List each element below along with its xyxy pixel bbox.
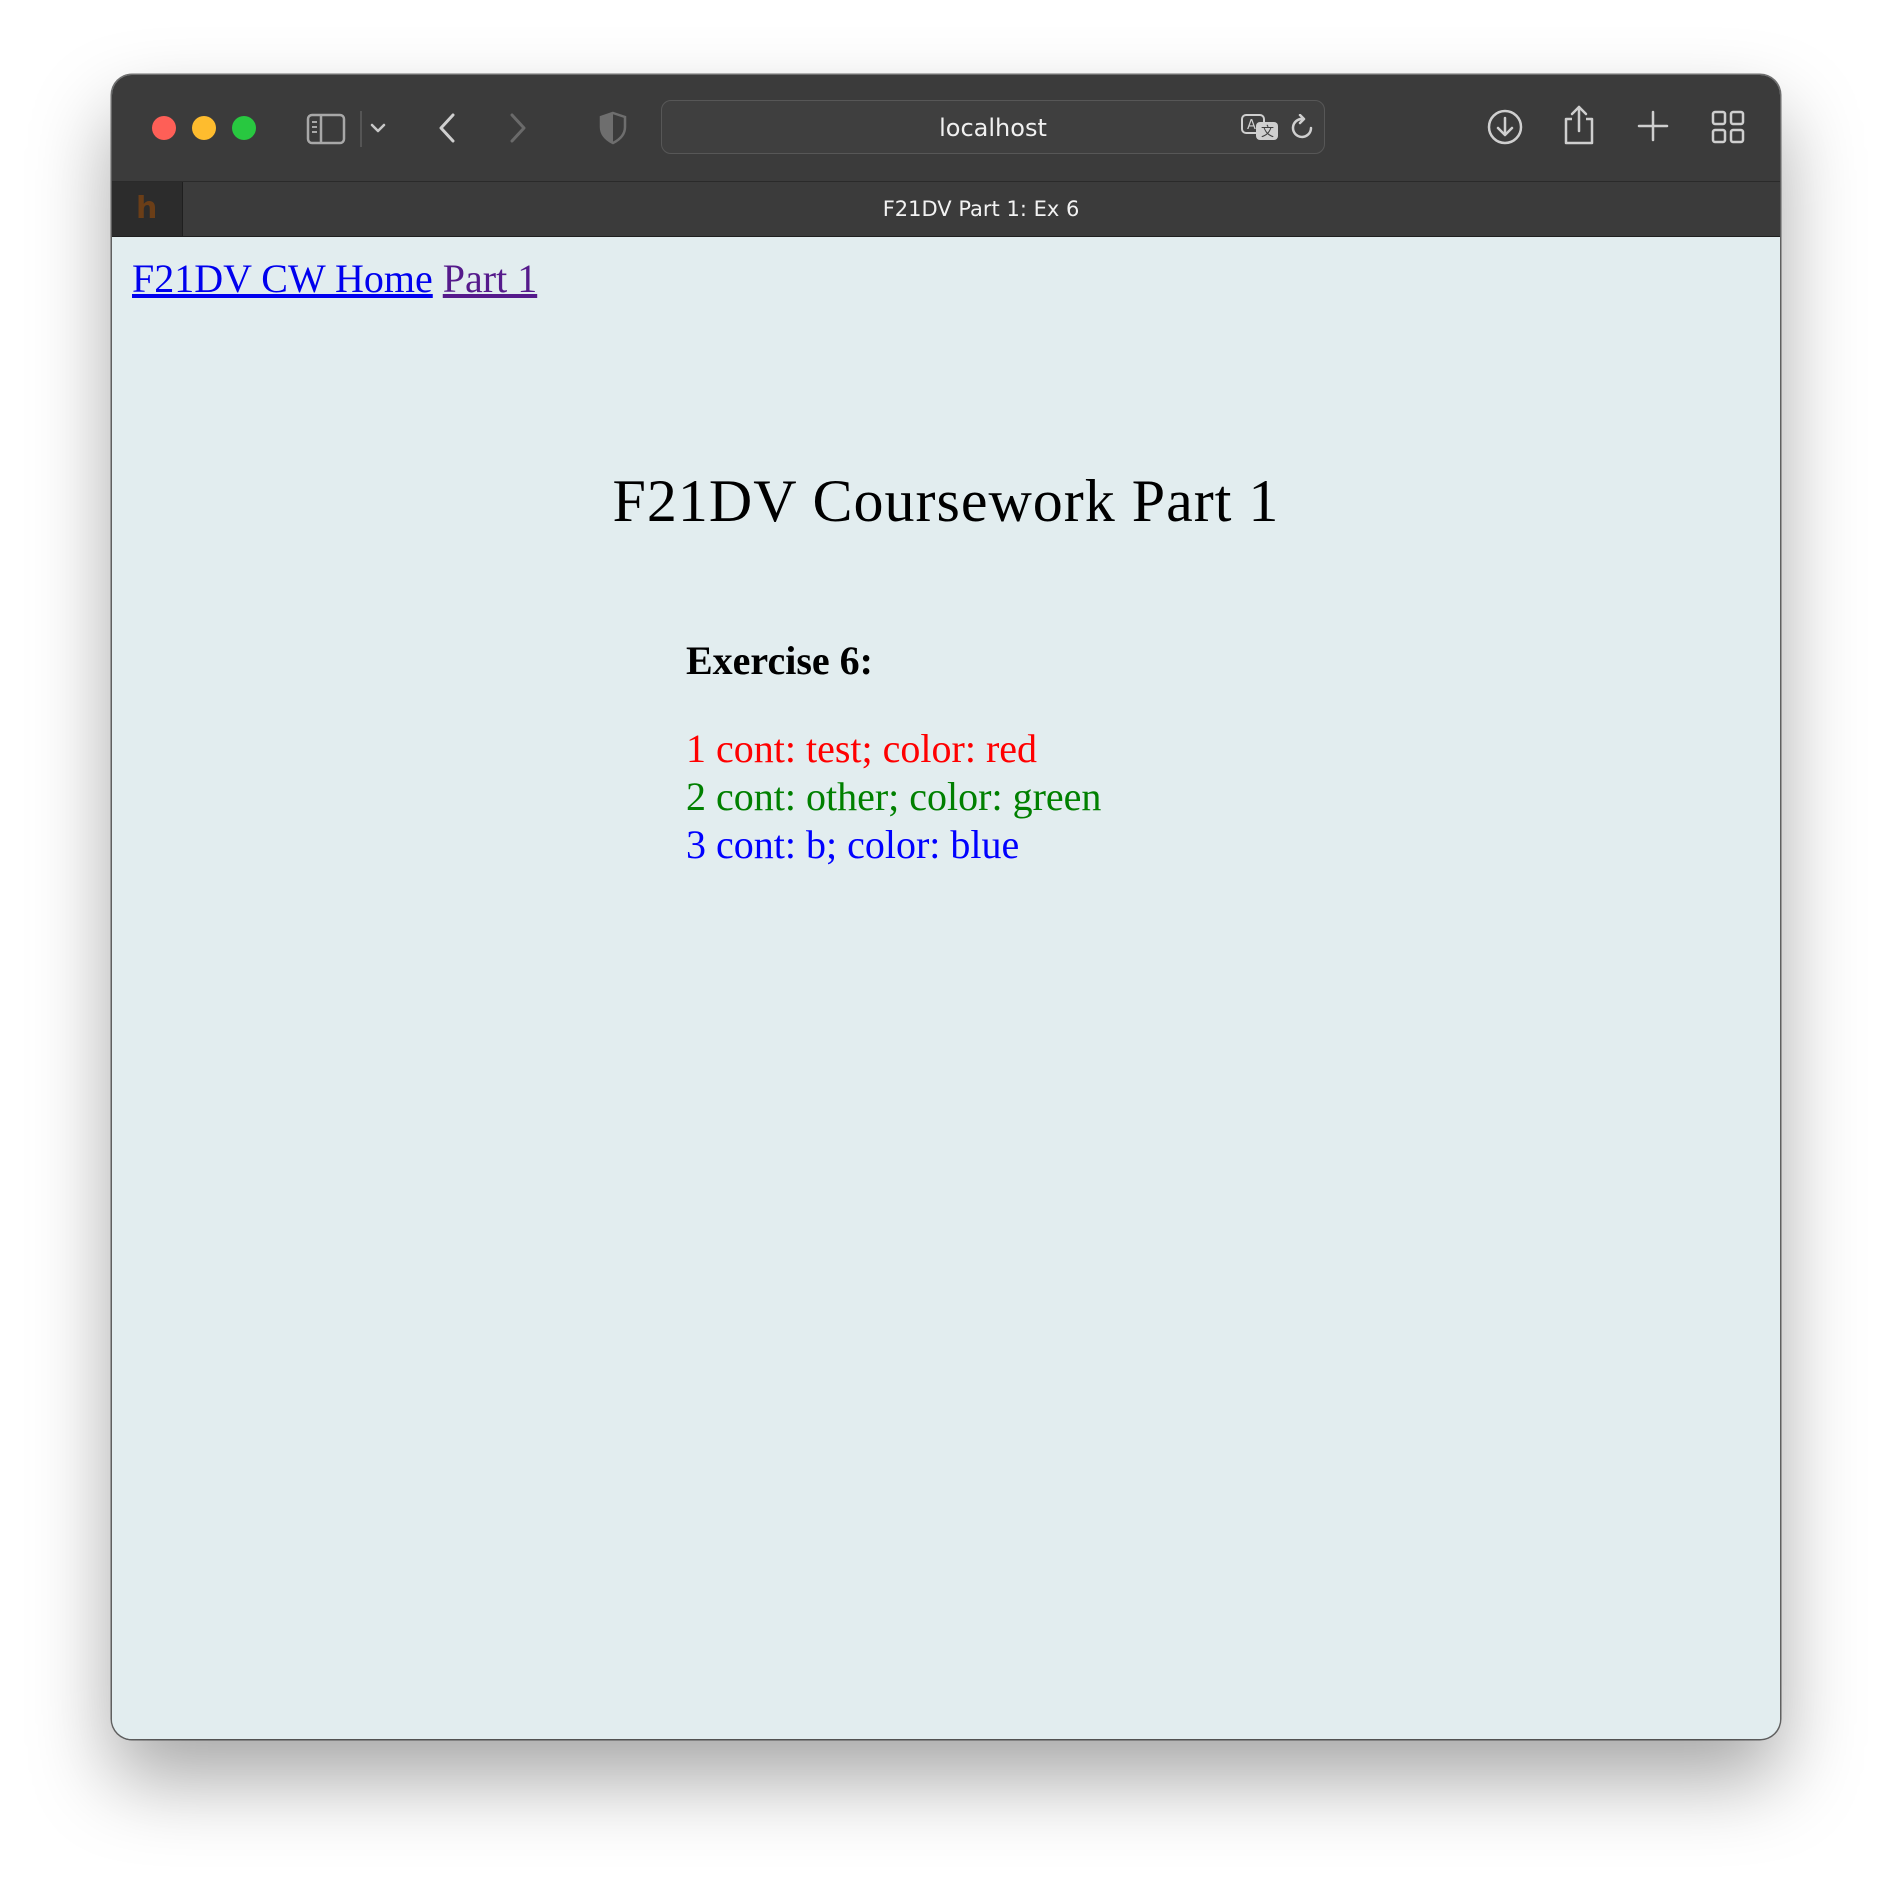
back-arrow-icon[interactable] <box>436 111 460 145</box>
maximize-window-button[interactable] <box>232 116 256 140</box>
new-tab-plus-icon[interactable] <box>1636 109 1670 143</box>
privacy-shield-icon[interactable] <box>598 111 628 145</box>
svg-text:文: 文 <box>1261 125 1274 140</box>
translate-icon[interactable]: A 文 <box>1240 113 1280 143</box>
exercise-title: Exercise 6: <box>686 638 873 683</box>
exercise-line-3: 3 cont: b; color: blue <box>686 822 1020 867</box>
home-link[interactable]: F21DV CW Home <box>132 256 433 301</box>
share-icon[interactable] <box>1562 103 1596 147</box>
exercise-section: Exercise 6: 1 cont: test; color: red 2 c… <box>686 637 1101 869</box>
browser-toolbar: localhost A 文 <box>112 75 1780 181</box>
svg-text:A: A <box>1247 118 1256 133</box>
close-window-button[interactable] <box>152 116 176 140</box>
pinned-tab[interactable]: h <box>112 182 183 236</box>
chevron-down-icon[interactable] <box>369 121 387 135</box>
forward-arrow-icon[interactable] <box>505 111 529 145</box>
sidebar-toggle-icon[interactable] <box>306 113 346 145</box>
address-text: localhost <box>939 114 1047 142</box>
address-bar[interactable]: localhost A 文 <box>661 100 1325 154</box>
browser-window: localhost A 文 h F21DV Part 1: Ex 6 F21DV… <box>112 75 1780 1739</box>
page-content: F21DV CW Home Part 1 F21DV Coursework Par… <box>112 237 1780 1739</box>
tab-bar: h F21DV Part 1: Ex 6 <box>112 181 1780 237</box>
active-tab-title[interactable]: F21DV Part 1: Ex 6 <box>182 196 1780 222</box>
reload-icon[interactable] <box>1290 114 1316 142</box>
pinned-tab-favicon-icon: h <box>136 191 158 226</box>
download-icon[interactable] <box>1486 108 1524 146</box>
toolbar-divider <box>360 111 362 147</box>
top-nav: F21DV CW Home Part 1 <box>132 255 537 303</box>
page-title: F21DV Coursework Part 1 <box>612 468 1280 534</box>
exercise-line-2: 2 cont: other; color: green <box>686 774 1102 819</box>
part1-link[interactable]: Part 1 <box>443 256 537 301</box>
minimize-window-button[interactable] <box>192 116 216 140</box>
exercise-line-1: 1 cont: test; color: red <box>686 726 1038 771</box>
tab-overview-icon[interactable] <box>1710 109 1746 145</box>
